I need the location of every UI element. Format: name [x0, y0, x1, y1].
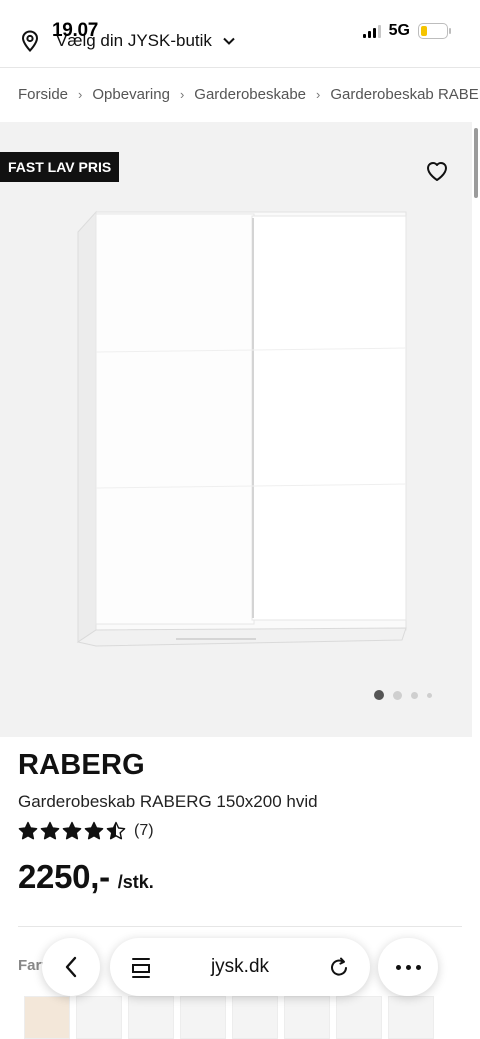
- variant-swatch[interactable]: [232, 996, 278, 1039]
- chevron-left-icon: [65, 956, 77, 978]
- breadcrumb-item-wardrobes[interactable]: Garderobeskabe: [194, 86, 306, 103]
- star-filled-icon: [62, 821, 82, 840]
- more-dot: [415, 964, 421, 970]
- gallery-dot[interactable]: [427, 692, 432, 698]
- product-price: 2250,-: [18, 858, 110, 895]
- chevron-right-icon: ›: [179, 87, 185, 102]
- variant-swatch[interactable]: [388, 996, 434, 1039]
- variant-swatch[interactable]: [180, 996, 226, 1039]
- chevron-right-icon: ›: [78, 87, 83, 102]
- reload-icon[interactable]: [328, 955, 350, 979]
- star-filled-icon: [40, 821, 60, 840]
- variant-swatch[interactable]: [128, 996, 174, 1039]
- chevron-down-icon: [223, 37, 235, 45]
- section-divider: [18, 926, 462, 927]
- network-type: 5G: [388, 22, 410, 39]
- variant-swatch[interactable]: [76, 996, 122, 1039]
- page-scrollbar[interactable]: [474, 128, 478, 198]
- heart-icon[interactable]: [424, 158, 450, 184]
- variant-swatch[interactable]: [336, 996, 382, 1039]
- variant-swatch[interactable]: [24, 996, 70, 1039]
- variant-swatch[interactable]: [284, 996, 330, 1039]
- gallery-pagination[interactable]: [374, 690, 432, 700]
- url-bar[interactable]: jysk.dk: [110, 938, 370, 996]
- breadcrumb-item-storage[interactable]: Opbevaring: [92, 86, 170, 103]
- product-title: RABERG: [18, 749, 145, 781]
- breadcrumb: Forside › Opbevaring › Garderobeskabe › …: [18, 86, 480, 103]
- gallery-dot[interactable]: [374, 690, 384, 700]
- breadcrumb-item-product[interactable]: Garderobeskab RABERG 150x200 hvid: [330, 86, 480, 103]
- system-icons: 5G: [362, 22, 451, 40]
- status-bar: Vælg din JYSK-butik 19.07 5G: [0, 0, 480, 66]
- rating-count[interactable]: (7): [134, 822, 154, 840]
- location-pin-icon: [21, 30, 39, 52]
- gallery-dot[interactable]: [411, 691, 418, 699]
- breadcrumb-item-home[interactable]: Forside: [18, 86, 68, 103]
- battery-icon: [418, 23, 451, 39]
- header-divider: [0, 67, 480, 68]
- product-gallery[interactable]: FAST LAV PRIS: [0, 122, 472, 737]
- product-image: [76, 210, 407, 647]
- star-filled-icon: [18, 821, 38, 840]
- signal-icon: [362, 24, 381, 38]
- clock: 19.07: [52, 20, 99, 41]
- price-badge: FAST LAV PRIS: [0, 152, 120, 182]
- variant-swatches: [0, 996, 480, 1039]
- more-menu-button[interactable]: [378, 938, 438, 996]
- price-row: 2250,- /stk.: [18, 858, 154, 896]
- star-filled-icon: [84, 821, 104, 840]
- product-description: Garderobeskab RABERG 150x200 hvid: [18, 792, 318, 811]
- star-half-icon: [106, 821, 126, 840]
- back-button[interactable]: [42, 938, 100, 996]
- price-unit: /stk.: [117, 872, 154, 892]
- chevron-right-icon: ›: [316, 87, 321, 102]
- gallery-dot[interactable]: [393, 690, 402, 700]
- more-dot: [395, 964, 401, 970]
- more-dot: [405, 964, 411, 970]
- product-rating[interactable]: (7): [18, 821, 154, 841]
